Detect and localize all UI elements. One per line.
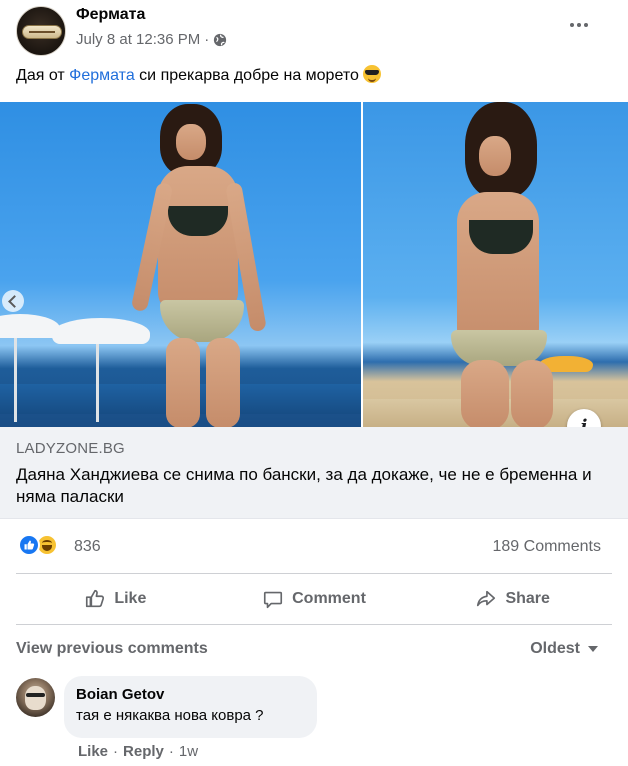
- link-domain: LADYZONE.BG: [16, 440, 125, 457]
- comment-bubble: Boian Getov тая е някаква нова ковра ?: [64, 676, 317, 738]
- carousel-arrow-icon[interactable]: [2, 290, 24, 312]
- comment-like-link[interactable]: Like: [78, 743, 108, 760]
- more-options-icon[interactable]: [562, 10, 596, 40]
- commenter-avatar[interactable]: [16, 678, 55, 717]
- link-preview[interactable]: LADYZONE.BG Даяна Ханджиева се снима по …: [0, 427, 628, 519]
- post-text-end: си прекарва добре на морето: [134, 67, 364, 84]
- share-button[interactable]: Share: [413, 577, 612, 621]
- comment-sort-label: Oldest: [530, 640, 580, 657]
- post-text: Дая от Фермата си прекарва добре на море…: [16, 64, 382, 88]
- view-previous-comments-link[interactable]: View previous comments: [16, 640, 208, 658]
- link-preview-image[interactable]: [0, 102, 628, 427]
- post-actions: Like Comment Share: [16, 577, 612, 621]
- umbrella-pole: [14, 332, 17, 422]
- share-arrow-icon: [477, 590, 496, 607]
- umbrella: [0, 314, 60, 338]
- globe-icon[interactable]: [213, 33, 227, 47]
- post-meta: July 8 at 12:36 PM ·: [76, 31, 227, 48]
- thumbs-up-icon: [86, 589, 105, 608]
- comments-count-link[interactable]: 189 Comments: [493, 538, 602, 556]
- divider: [16, 573, 612, 574]
- comment-item: Boian Getov тая е някаква нова ковра ? L…: [0, 676, 628, 766]
- page-mention-link[interactable]: Фермата: [69, 67, 135, 84]
- comment-actions: Like · Reply · 1w: [78, 743, 198, 760]
- meta-separator: ·: [204, 31, 210, 48]
- post-header: Фермата July 8 at 12:36 PM ·: [0, 0, 628, 60]
- umbrella: [52, 318, 150, 344]
- comment-actions-separator: ·: [168, 743, 174, 760]
- divider: [16, 624, 612, 625]
- comment-text: тая е някаква нова ковра ?: [76, 707, 264, 724]
- comment-sort-dropdown[interactable]: Oldest: [530, 640, 598, 658]
- comment-bubble-icon: [264, 591, 283, 609]
- sunglasses-emoji-icon: [363, 65, 382, 83]
- post-timestamp-link[interactable]: July 8 at 12:36 PM: [76, 31, 200, 48]
- reaction-count[interactable]: 836: [74, 538, 101, 556]
- post-text-start: Дая от: [16, 67, 70, 84]
- page-logo: [22, 25, 62, 39]
- comment-actions-separator: ·: [113, 743, 119, 760]
- comment-reply-link[interactable]: Reply: [123, 743, 164, 760]
- link-title[interactable]: Даяна Ханджиева се снима по бански, за д…: [16, 464, 596, 508]
- page-name-link[interactable]: Фермата: [76, 6, 145, 24]
- like-reaction-icon: [18, 534, 40, 556]
- umbrella-pole: [96, 334, 99, 422]
- engagement-stats: 836 189 Comments: [0, 528, 628, 566]
- like-button-label: Like: [114, 590, 147, 607]
- comments-bar: View previous comments Oldest: [0, 636, 628, 664]
- comment-button[interactable]: Comment: [215, 577, 414, 621]
- comment-button-label: Comment: [292, 590, 366, 607]
- comment-author-link[interactable]: Boian Getov: [76, 685, 305, 705]
- chevron-down-icon: [588, 646, 598, 652]
- like-button[interactable]: Like: [16, 577, 215, 621]
- reaction-icons[interactable]: [18, 534, 58, 556]
- comment-age-link[interactable]: 1w: [179, 743, 198, 760]
- beach-photo-right: [363, 102, 628, 427]
- share-button-label: Share: [505, 590, 550, 607]
- beach-photo-left: [0, 102, 361, 427]
- page-avatar[interactable]: [16, 6, 66, 56]
